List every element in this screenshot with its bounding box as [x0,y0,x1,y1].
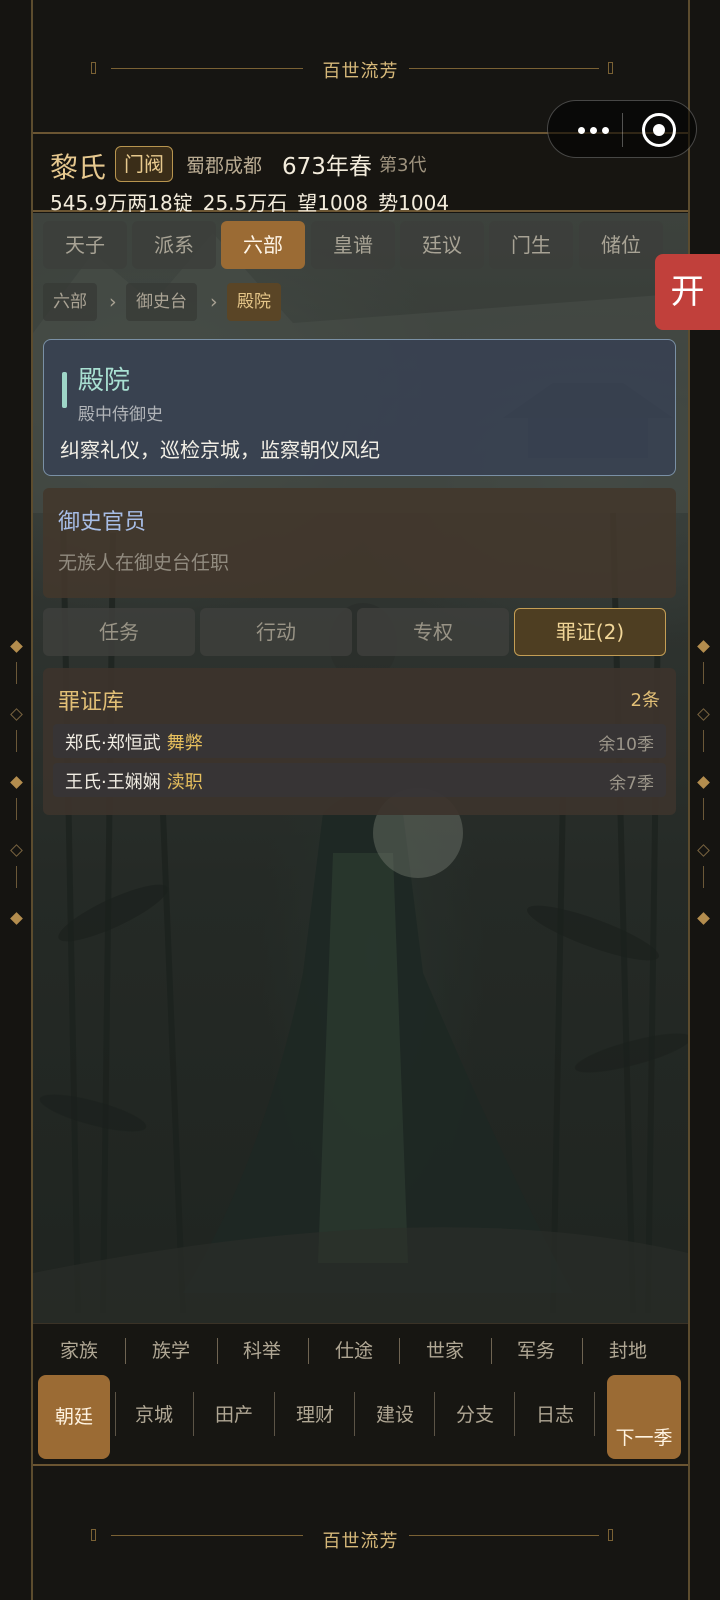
court-scene: 天子 派系 六部 皇谱 廷议 门生 储位 六部 › 御史台 › 殿院 殿院 殿中… [33,213,688,1323]
nav-capital[interactable]: 京城 [118,1373,190,1457]
nav-construction[interactable]: 建设 [359,1373,431,1457]
tab-disciples[interactable]: 门生 [489,221,573,269]
court-top-tabs: 天子 派系 六部 皇谱 廷议 门生 储位 [43,221,678,269]
next-season-button[interactable]: 下一季 [607,1375,681,1459]
subtab-evidence[interactable]: 罪证(2) [514,608,666,656]
breadcrumb-current: 殿院 [227,283,281,321]
evidence-crime: 渎职 [166,772,203,793]
nav-divider [514,1392,515,1436]
nav-divider [434,1392,435,1436]
nav-fief[interactable]: 封地 [593,1336,663,1363]
nav-divider [582,1338,583,1364]
list-item[interactable]: 王氏·王娴娴 渎职 余7季 [53,763,666,797]
nav-court[interactable]: 朝廷 [38,1375,110,1459]
nav-farmland[interactable]: 田产 [198,1373,270,1457]
tab-tianzi[interactable]: 天子 [43,221,127,269]
nav-exam[interactable]: 科举 [227,1336,297,1363]
stat-silver: 545.9万两 [50,191,148,215]
stat-gold: 18锭 [147,191,193,215]
officials-empty-text: 无族人在御史台任职 [58,552,230,574]
evidence-heading: 罪证库 [58,690,125,715]
resource-stats: 545.9万两18锭 25.5万石 望1008 势1004 [50,187,459,216]
nav-divider [217,1338,218,1364]
list-item[interactable]: 郑氏·郑恒武 舞弊 余10季 [53,724,666,758]
game-title: 百世流芳 [322,61,399,82]
banner-cap-right [608,1529,613,1541]
chevron-right-icon: › [109,291,117,313]
department-card: 殿院 殿中侍御史 纠察礼仪，巡检京城，监察朝仪风纪 [43,339,676,476]
department-accent-bar [62,372,67,408]
evidence-panel: 罪证库 2条 郑氏·郑恒武 舞弊 余10季 王氏·王娴娴 渎职 余7季 [43,668,676,815]
stat-grain: 25.5万石 [202,191,288,215]
nav-noble-families[interactable]: 世家 [410,1336,480,1363]
target-circle-icon[interactable] [642,113,676,147]
breadcrumb-six-ministries[interactable]: 六部 [43,283,97,321]
officials-panel: 御史官员 无族人在御史台任职 [43,488,676,598]
evidence-count: 2条 [630,690,660,711]
nav-divider [125,1338,126,1364]
side-ornament-right [694,640,714,950]
home-location: 蜀郡成都 [186,155,263,177]
nav-divider [308,1338,309,1364]
nav-log[interactable]: 日志 [519,1373,591,1457]
evidence-person-name: 郑氏·郑恒武 [65,733,161,754]
bottom-nav-primary: 朝廷 京城 田产 理财 建设 分支 日志 下一季 [33,1373,688,1464]
nav-divider [399,1338,400,1364]
officials-heading: 御史官员 [58,510,147,535]
nav-divider [354,1392,355,1436]
evidence-person: 郑氏·郑恒武 舞弊 [65,729,203,755]
open-side-button[interactable]: 开 [655,254,720,330]
nav-divider [594,1392,595,1436]
stat-prestige: 望1008 [297,191,369,215]
evidence-person: 王氏·王娴娴 渎职 [65,768,203,794]
bottom-banner: 百世流芳 [33,1464,688,1600]
tab-imperial-genealogy[interactable]: 皇谱 [311,221,395,269]
frame-border-right [688,0,690,1600]
nav-divider [193,1392,194,1436]
side-ornament-left [7,640,27,950]
evidence-person-name: 王氏·王娴娴 [65,772,161,793]
game-date: 673年春 [282,154,372,180]
nav-branches[interactable]: 分支 [439,1373,511,1457]
more-dots-icon[interactable] [566,115,626,145]
stat-power: 势1004 [378,191,450,215]
department-official-title: 殿中侍御史 [78,405,163,425]
tab-heir-position[interactable]: 储位 [579,221,663,269]
nav-divider [274,1392,275,1436]
department-name: 殿院 [78,366,131,396]
banner-rule-right [409,1535,599,1536]
family-name: 黎氏 [50,151,107,184]
evidence-remaining: 余7季 [609,774,654,794]
footer-title: 百世流芳 [322,1531,399,1552]
banner-rule-right [409,68,599,69]
nav-divider [115,1392,116,1436]
tab-six-ministries[interactable]: 六部 [221,221,305,269]
nav-clan-school[interactable]: 族学 [136,1336,206,1363]
tab-court-debate[interactable]: 廷议 [400,221,484,269]
banner-cap-right [608,62,613,74]
censor-sub-tabs: 任务 行动 专权 罪证(2) [43,608,668,656]
breadcrumb-censorate[interactable]: 御史台 [126,283,197,321]
subtab-tasks[interactable]: 任务 [43,608,195,656]
evidence-crime: 舞弊 [166,733,203,754]
nav-military[interactable]: 军务 [501,1336,571,1363]
rank-badge: 门阀 [115,146,173,182]
nav-divider [491,1338,492,1364]
miniprogram-capsule [547,100,697,158]
tab-faction[interactable]: 派系 [132,221,216,269]
department-description: 纠察礼仪，巡检京城，监察朝仪风纪 [60,438,380,462]
nav-career[interactable]: 仕途 [319,1336,389,1363]
subtab-actions[interactable]: 行动 [200,608,352,656]
evidence-remaining: 余10季 [598,735,654,755]
capsule-divider [622,113,623,147]
nav-finance[interactable]: 理财 [279,1373,351,1457]
nav-family[interactable]: 家族 [44,1336,114,1363]
bottom-nav-secondary: 家族 族学 科举 仕途 世家 军务 封地 [33,1323,688,1373]
subtab-privileges[interactable]: 专权 [357,608,509,656]
generation-label: 第3代 [379,155,427,176]
chevron-right-icon: › [210,291,218,313]
